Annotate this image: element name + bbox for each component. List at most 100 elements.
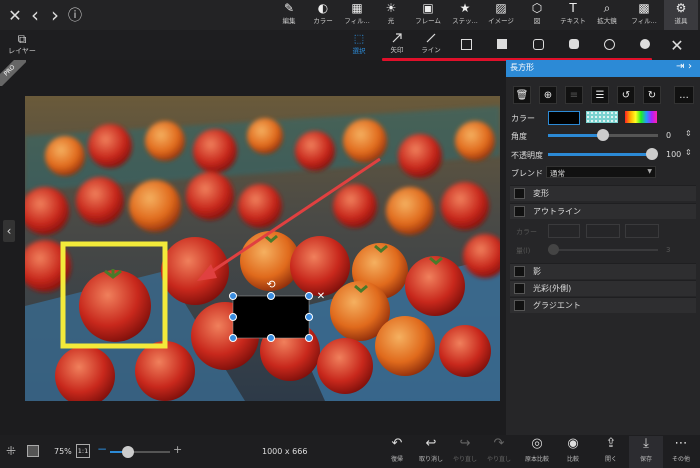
align-icon: ≡ [565,86,583,104]
rotate-right-icon[interactable]: ↻ [643,86,661,104]
section-gradient[interactable]: グラジエント [510,297,696,313]
rect-filled-icon [497,39,507,49]
info-icon[interactable]: ⓘ [64,4,86,26]
back-icon[interactable]: ‹ [24,3,46,27]
tool-shape[interactable]: ⬡ 図 [522,0,552,30]
checkbox[interactable] [514,266,525,277]
tool-sticker[interactable]: ★ ステッ... [448,0,482,30]
image-canvas[interactable]: ⟲ ✕ [25,96,500,401]
save-button[interactable]: ⤓ 保存 [629,436,663,468]
blend-select[interactable]: 通常 ▼ [546,166,656,178]
tool-filter-2[interactable]: ▩ フィル... [628,0,660,30]
sun-icon: ☀ [385,1,397,15]
rounded-rect-outline-button[interactable] [530,36,546,52]
layer-label: レイヤー [8,47,36,55]
checkbox[interactable] [514,300,525,311]
more-options-button[interactable]: ⋯ その他 [664,436,698,468]
duplicate-icon[interactable]: ⊕ [539,86,557,104]
checkbox[interactable] [514,188,525,199]
rotate-left-icon[interactable]: ↺ [617,86,635,104]
checkbox[interactable] [514,283,525,294]
opacity-stepper-icon[interactable]: ⇕ [685,148,692,157]
tool-label: ステッ... [452,17,478,25]
outline-amount-value: 3 [666,246,671,254]
tool-filter[interactable]: ▦ フィル... [342,0,372,30]
tool-tools[interactable]: ⚙ 道具 [664,0,698,30]
section-label: グラジエント [533,301,581,310]
rounded-rect-filled-button[interactable] [566,36,582,52]
tool-magnifier[interactable]: ⌕ 拡大鏡 [592,0,622,30]
zoom-level: 75% [54,447,72,456]
opacity-slider-knob[interactable] [646,148,658,160]
tool-frame[interactable]: ▣ フレーム [410,0,446,30]
undo-button[interactable]: ↩ 取り消し [414,436,448,468]
rect-outline-button[interactable] [458,36,474,52]
section-shadow[interactable]: 影 [510,263,696,279]
button-label: やり直し [452,456,477,463]
actual-size-button[interactable]: 1:1 [76,444,90,458]
tool-light[interactable]: ☀ 光 [376,0,406,30]
undo-icon: ↩ [425,436,437,451]
collapse-left-icon[interactable]: ‹ [3,220,15,242]
pattern-swatch[interactable] [586,111,618,123]
outline-amount-track [548,249,658,251]
grid-icon[interactable]: ⁜ [6,444,16,458]
outline-pattern-swatch [586,224,620,238]
close-icon[interactable]: ✕ [668,36,686,55]
background-icon[interactable] [27,445,39,457]
tool-color[interactable]: ◐ カラー [308,0,338,30]
angle-stepper-icon[interactable]: ⇕ [685,129,692,138]
outline-amount-knob [548,244,559,255]
rect-filled-button[interactable] [494,36,510,52]
gradient-swatch[interactable] [625,111,657,123]
tool-edit[interactable]: ✎ 編集 [274,0,304,30]
arrow-label: 矢印 [390,46,404,54]
circle-outline-button[interactable] [601,36,617,52]
zoom-out-icon[interactable]: − [97,442,107,456]
text-icon: T [569,1,577,15]
layer-button[interactable]: ⧉ レイヤー [4,32,40,60]
rotate-handle-icon[interactable]: ⟲ [266,278,275,291]
revert-button[interactable]: ↶ 復帰 [380,436,414,468]
tool-image[interactable]: ▨ イメージ [484,0,518,30]
tool-label: フレーム [415,17,441,25]
outline-color-swatch [548,224,580,238]
compare-original-button[interactable]: ◎ 原本比較 [520,436,554,468]
checkbox[interactable] [514,206,525,217]
outline-amount-label: 量(l) [516,247,531,255]
open-button[interactable]: ⇪ 開く [594,436,628,468]
line-tool[interactable]: ライン [418,32,444,58]
compare-button[interactable]: ◉ 比較 [556,436,590,468]
tool-text[interactable]: T テキスト [556,0,590,30]
rect-outline-icon [460,38,472,50]
circle-outline-icon [603,38,615,50]
circle-filled-icon [640,39,650,49]
filter-icon: ▦ [351,1,363,15]
forward-icon[interactable]: › [44,3,66,27]
panel-collapse-icon[interactable]: › [688,61,692,72]
delete-shape-icon[interactable]: ✕ [317,291,325,302]
image-icon: ▨ [495,1,507,15]
circle-filled-button[interactable] [637,36,653,52]
arrange-icon[interactable]: ☰ [591,86,609,104]
arrow-tool[interactable]: 矢印 [384,32,410,58]
close-icon[interactable]: ✕ [4,4,26,26]
trash-icon[interactable]: 🗑 [513,86,531,104]
angle-slider-knob[interactable] [597,129,609,141]
redo-all-button[interactable]: ↷ やり直し [482,436,516,468]
black-rectangle-annotation[interactable] [233,296,309,338]
zoom-slider-knob[interactable] [122,446,134,458]
section-transform[interactable]: 変形 [510,185,696,201]
zoom-in-icon[interactable]: + [173,443,182,456]
line-label: ライン [421,46,441,54]
fill-color-swatch[interactable] [548,111,580,125]
button-label: その他 [671,456,690,463]
redo-button[interactable]: ↪ やり直し [448,436,482,468]
panel-header [506,60,700,77]
section-outer-glow[interactable]: 光彩(外側) [510,280,696,296]
more-button[interactable]: ... [674,86,694,104]
pin-icon[interactable]: ⇥ [676,61,684,72]
shape-icon: ⬡ [531,1,543,15]
section-outline[interactable]: アウトライン [510,203,696,219]
select-tool[interactable]: ⬚ 選択 [346,32,372,58]
